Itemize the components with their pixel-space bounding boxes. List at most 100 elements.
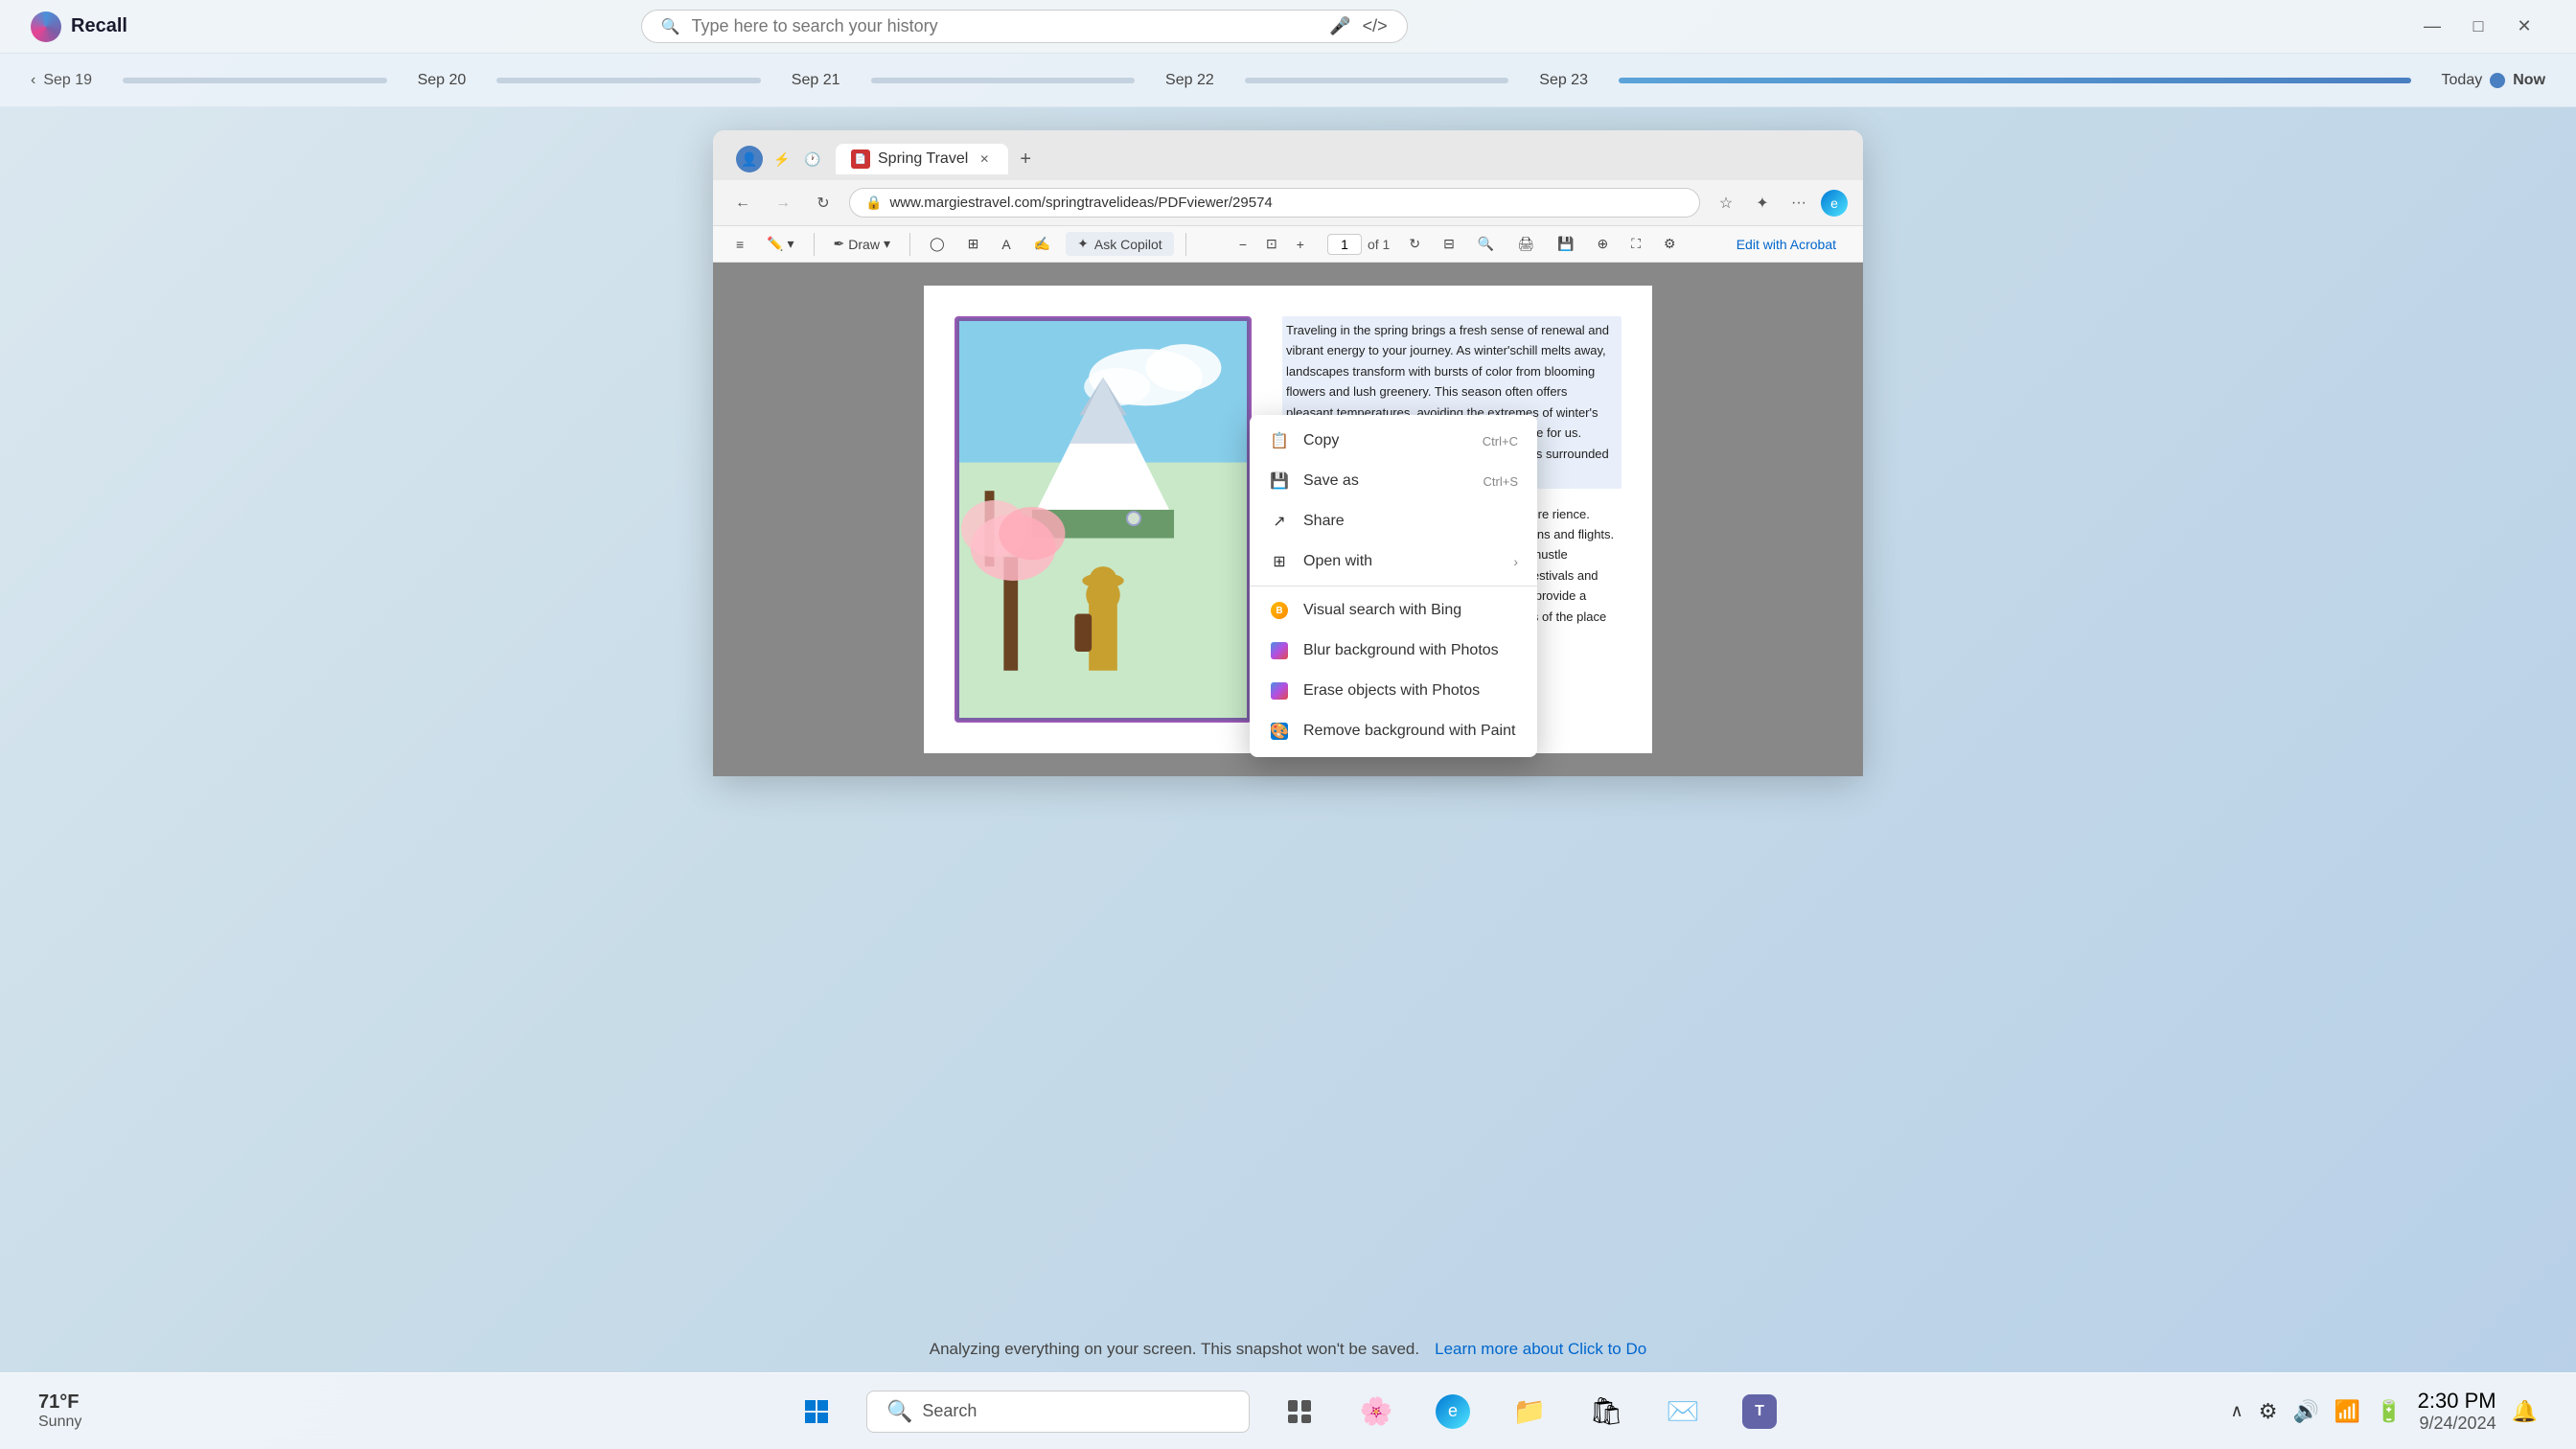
open-with-label: Open with: [1303, 553, 1500, 570]
mail-button[interactable]: ✉️: [1656, 1385, 1710, 1438]
weather-temperature: 71°F: [38, 1392, 81, 1414]
edge-taskbar-icon[interactable]: e: [1426, 1385, 1480, 1438]
taskbar-right-section: ∧ ⚙ 🔊 📶 🔋 2:30 PM 9/24/2024 🔔: [2231, 1389, 2538, 1434]
back-button[interactable]: ←: [728, 189, 757, 218]
new-tab-button[interactable]: +: [1012, 146, 1039, 172]
pdf-zoom-out[interactable]: −: [1231, 233, 1254, 256]
pdf-erase-tool[interactable]: ◯: [922, 232, 953, 256]
system-clock[interactable]: 2:30 PM 9/24/2024: [2418, 1389, 2496, 1434]
draw-dropdown-icon: ▾: [884, 236, 890, 252]
pdf-print-tool[interactable]: 🖨: [1509, 232, 1542, 256]
address-bar[interactable]: 🔒 www.margiestravel.com/springtravelidea…: [849, 188, 1700, 218]
context-menu-erase-photos[interactable]: Erase objects with Photos: [1250, 671, 1537, 711]
context-menu-bing-search[interactable]: B Visual search with Bing: [1250, 590, 1537, 631]
settings-icon[interactable]: ⚙: [2259, 1399, 2278, 1424]
blur-photos-label: Blur background with Photos: [1303, 642, 1518, 659]
context-menu-save-as[interactable]: 💾 Save as Ctrl+S: [1250, 461, 1537, 501]
timeline-back-button[interactable]: ‹ Sep 19: [31, 72, 92, 89]
pdf-search-tool[interactable]: 🔍: [1470, 232, 1502, 256]
speaker-icon[interactable]: 🔊: [2292, 1399, 2318, 1424]
recall-search-input[interactable]: [692, 16, 1319, 36]
windows-start-button[interactable]: [790, 1385, 843, 1438]
pdf-zoom-in[interactable]: +: [1289, 233, 1312, 256]
recall-search-bar[interactable]: 🔍 🎤 </>: [641, 10, 1408, 43]
pdf-toolbar-separator-1: [814, 233, 815, 256]
pdf-more-tool[interactable]: ⊕: [1589, 232, 1616, 256]
pdf-signature-tool[interactable]: ✍: [1026, 232, 1058, 256]
refresh-button[interactable]: ↻: [809, 189, 838, 218]
timeline-sep19-label: Sep 19: [43, 72, 92, 89]
pdf-page-total: of 1: [1368, 237, 1390, 252]
collections-icon[interactable]: ✦: [1748, 189, 1777, 218]
pdf-select-tool[interactable]: ≡: [728, 233, 751, 256]
context-menu-remove-bg-paint[interactable]: 🎨 Remove background with Paint: [1250, 711, 1537, 751]
widgets-button[interactable]: 🌸: [1349, 1385, 1403, 1438]
pdf-highlight-tool[interactable]: ✏️ ▾: [759, 232, 801, 256]
minimize-button[interactable]: —: [2411, 10, 2453, 44]
history-icon[interactable]: 🕐: [801, 148, 824, 171]
tab-close-button[interactable]: ✕: [976, 150, 993, 168]
pdf-fullscreen-tool[interactable]: ⛶: [1623, 232, 1648, 256]
task-view-button[interactable]: [1273, 1385, 1326, 1438]
context-menu-blur-photos[interactable]: Blur background with Photos: [1250, 631, 1537, 671]
pdf-draw-tool[interactable]: ✒ Draw ▾: [826, 232, 898, 256]
teams-button[interactable]: T: [1733, 1385, 1786, 1438]
favorites-icon[interactable]: ☆: [1712, 189, 1740, 218]
wifi-icon[interactable]: 📶: [2334, 1399, 2360, 1424]
pdf-text-tool[interactable]: A: [994, 233, 1018, 256]
file-explorer-button[interactable]: 📁: [1503, 1385, 1556, 1438]
recall-logo: Recall: [31, 12, 127, 42]
notification-icon[interactable]: 🔔: [2512, 1399, 2538, 1424]
draw-label: Draw: [848, 237, 880, 252]
pdf-page-input[interactable]: 1: [1327, 234, 1362, 255]
browser-profile-icon[interactable]: 👤: [736, 146, 763, 172]
timeline-sep21-fill: [871, 78, 1136, 83]
taskbar-search-icon: 🔍: [886, 1399, 912, 1424]
recall-window-controls: — □ ✕: [2411, 10, 2545, 44]
pdf-content-area: Traveling in the spring brings a fresh s…: [713, 263, 1863, 776]
store-button[interactable]: 🛍: [1579, 1385, 1633, 1438]
pdf-settings-tool[interactable]: ⚙: [1656, 232, 1684, 256]
photos-blur-icon: [1269, 640, 1290, 661]
timeline-today-section: Today Now: [2442, 72, 2545, 89]
context-menu-open-with[interactable]: ⊞ Open with ›: [1250, 541, 1537, 582]
workspaces-icon[interactable]: ⚡: [770, 148, 794, 171]
clock-date: 9/24/2024: [2418, 1414, 2496, 1434]
active-tab[interactable]: 📄 Spring Travel ✕: [836, 144, 1008, 174]
close-button[interactable]: ✕: [2503, 10, 2545, 44]
browser-left-icons: 👤 ⚡ 🕐: [728, 138, 832, 180]
taskbar: 71°F Sunny 🔍 Search: [0, 1372, 2576, 1449]
taskbar-search-bar[interactable]: 🔍 Search: [866, 1391, 1250, 1433]
tab-title: Spring Travel: [878, 150, 968, 168]
code-icon[interactable]: </>: [1363, 16, 1388, 36]
timeline-sep20-label: Sep 20: [418, 72, 467, 89]
taskbar-search-label: Search: [922, 1401, 977, 1421]
copy-icon: 📋: [1269, 430, 1290, 451]
ask-copilot-button[interactable]: ✦ Ask Copilot: [1066, 232, 1174, 256]
forward-button[interactable]: →: [769, 189, 797, 218]
maximize-button[interactable]: □: [2457, 10, 2499, 44]
context-menu-copy[interactable]: 📋 Copy Ctrl+C: [1250, 421, 1537, 461]
chevron-up-icon[interactable]: ∧: [2231, 1401, 2243, 1421]
pdf-toolbar: ≡ ✏️ ▾ ✒ Draw ▾ ◯ ⊞ A ✍ ✦ Ask Copilot − …: [713, 225, 1863, 263]
system-tray: ∧ ⚙ 🔊 📶 🔋: [2231, 1399, 2403, 1424]
context-menu-share[interactable]: ↗ Share: [1250, 501, 1537, 541]
recall-bar: Recall 🔍 🎤 </> — □ ✕: [0, 0, 2576, 54]
battery-icon[interactable]: 🔋: [2376, 1399, 2402, 1424]
pdf-image-area: [954, 316, 1252, 723]
pdf-thumbnail-view[interactable]: ⊟: [1436, 232, 1462, 256]
pdf-rotate-tool[interactable]: ↻: [1401, 232, 1428, 256]
timeline-sep20-fill: [496, 78, 761, 83]
learn-more-link[interactable]: Learn more about Click to Do: [1435, 1340, 1646, 1359]
edit-with-acrobat-button[interactable]: Edit with Acrobat: [1725, 233, 1848, 256]
recall-logo-icon: [31, 12, 61, 42]
more-options-icon[interactable]: ···: [1784, 189, 1813, 218]
pdf-save-tool[interactable]: 💾: [1550, 232, 1581, 256]
microphone-icon[interactable]: 🎤: [1329, 16, 1350, 36]
pdf-view-tool[interactable]: ⊞: [960, 232, 987, 256]
weather-widget[interactable]: 71°F Sunny: [38, 1392, 81, 1431]
windows-logo-icon: [803, 1398, 830, 1425]
pdf-fit-page[interactable]: ⊡: [1258, 232, 1285, 256]
pdf-zoom-controls: − ⊡ +: [1231, 232, 1312, 256]
travel-image-svg: [956, 318, 1250, 721]
